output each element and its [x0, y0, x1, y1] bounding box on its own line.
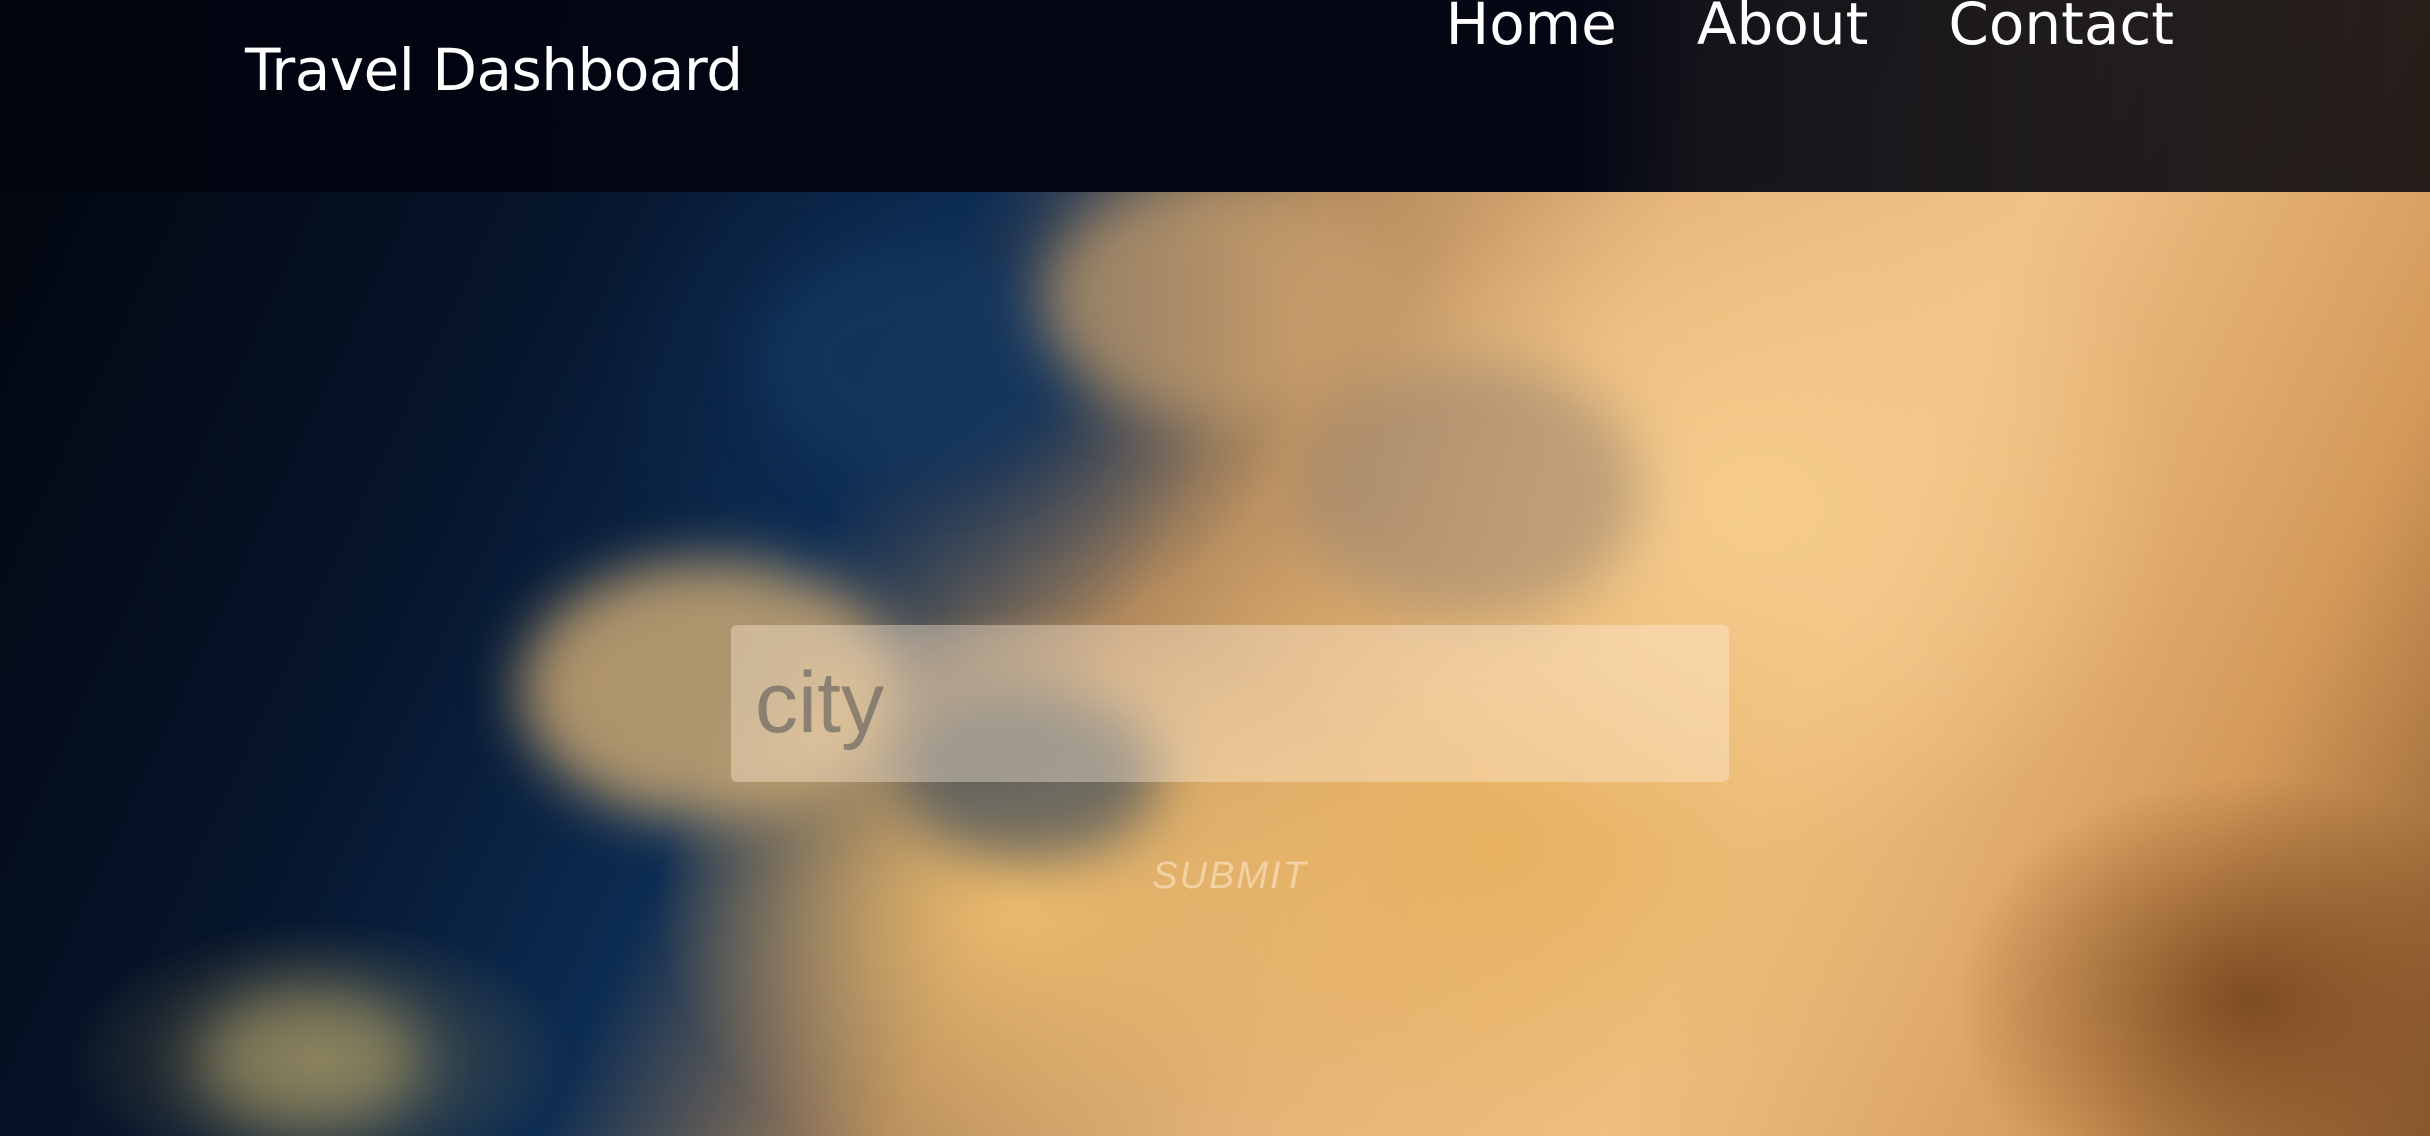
nav-link-home[interactable]: Home — [1446, 0, 1617, 62]
nav-link-about[interactable]: About — [1697, 0, 1868, 62]
nav-link-contact[interactable]: Contact — [1948, 0, 2174, 62]
cloud — [1300, 360, 1640, 620]
brand-title[interactable]: Travel Dashboard — [245, 32, 743, 108]
city-search-form: SUBMIT — [731, 625, 1729, 897]
top-navbar: Travel Dashboard Home About Contact — [0, 0, 2430, 192]
cloud — [200, 990, 420, 1130]
cloud — [1040, 180, 1400, 420]
nav-links: Home About Contact — [1446, 0, 2174, 62]
cloud — [760, 250, 1080, 470]
city-input[interactable] — [731, 625, 1729, 782]
submit-button[interactable]: SUBMIT — [731, 855, 1729, 898]
